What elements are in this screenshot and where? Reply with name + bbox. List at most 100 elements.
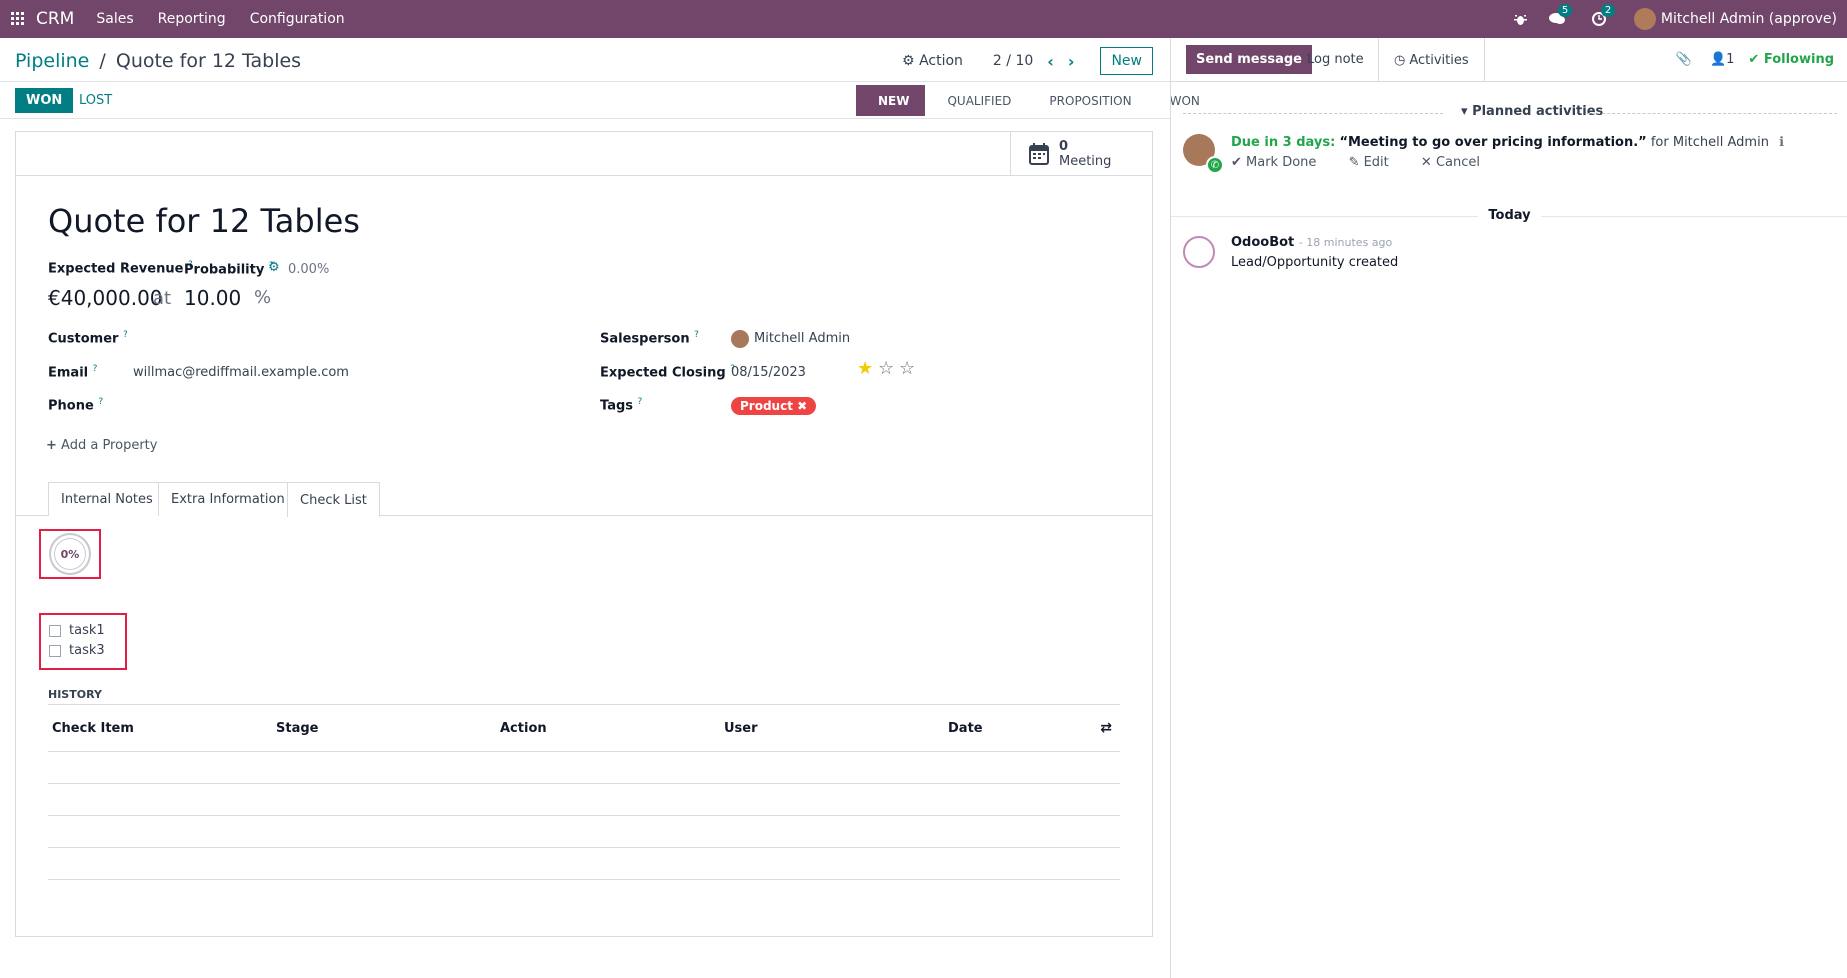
following-button[interactable]: ✔ Following: [1748, 52, 1834, 67]
notebook-tabs: Internal Notes Extra Information Check L…: [16, 482, 1152, 517]
new-button[interactable]: New: [1100, 47, 1153, 75]
meeting-smart-button[interactable]: 0 Meeting: [1010, 132, 1152, 176]
clock-icon: ◷: [1394, 52, 1406, 68]
activities-label: Activities: [1409, 52, 1469, 68]
action-button[interactable]: ⚙ Action: [902, 53, 963, 69]
activity-assignee: for Mitchell Admin: [1650, 135, 1769, 150]
lost-button[interactable]: LOST: [79, 88, 112, 113]
progress-circle: 0%: [49, 533, 91, 575]
activities-button[interactable]: ◷ Activities: [1378, 38, 1485, 82]
column-stage[interactable]: Stage: [272, 721, 496, 736]
checklist-item[interactable]: task1: [49, 623, 117, 638]
column-date[interactable]: Date: [944, 721, 1094, 736]
column-user[interactable]: User: [720, 721, 944, 736]
chatter: Send message Log note ◷ Activities 📎 👤1 …: [1170, 38, 1847, 978]
column-check-item[interactable]: Check Item: [48, 721, 272, 736]
tag-remove-icon[interactable]: ✖: [797, 399, 807, 413]
app-name[interactable]: CRM: [36, 9, 74, 29]
checklist-progress: 0%: [39, 529, 101, 579]
button-box: 0 Meeting: [16, 132, 1152, 176]
stage-new[interactable]: NEW: [856, 85, 926, 116]
activity-title: “Meeting to go over pricing information.…: [1339, 135, 1647, 150]
stage-proposition[interactable]: PROPOSITION: [1027, 85, 1148, 116]
stage-pipeline: NEW QUALIFIED PROPOSITION WON: [856, 85, 1216, 116]
expected-revenue-field[interactable]: €40,000.00: [48, 286, 163, 310]
debug-bug-icon[interactable]: [1513, 13, 1527, 26]
checkbox[interactable]: [49, 644, 61, 657]
add-property-button[interactable]: + Add a Property: [46, 438, 157, 453]
optional-columns-icon[interactable]: ⇄: [1100, 720, 1112, 736]
auto-probability-gear-icon[interactable]: ⚙: [268, 260, 280, 275]
menu-reporting[interactable]: Reporting: [158, 11, 226, 27]
email-field[interactable]: willmac@rediffmail.example.com: [133, 365, 349, 380]
log-note-button[interactable]: Log note: [1307, 52, 1364, 67]
meeting-count: 0: [1059, 139, 1069, 154]
activities-count-badge: 2: [1600, 4, 1616, 17]
breadcrumb: Pipeline / Quote for 12 Tables: [15, 50, 301, 72]
table-header: Check Item Stage Action User Date ⇄: [48, 704, 1120, 752]
pager-prev-icon[interactable]: ‹: [1047, 52, 1054, 71]
activity-summary: Due in 3 days: “Meeting to go over prici…: [1231, 135, 1784, 150]
table-row: [48, 816, 1120, 848]
apps-menu-icon[interactable]: [0, 0, 36, 38]
message-time: - 18 minutes ago: [1298, 236, 1393, 249]
activity-due: Due in 3 days:: [1231, 135, 1336, 150]
progress-value: 0%: [60, 547, 80, 561]
checklist-item-label: task3: [69, 643, 105, 658]
breadcrumb-current: Quote for 12 Tables: [115, 50, 302, 72]
tab-check-list[interactable]: Check List: [287, 482, 380, 517]
user-avatar: [1633, 8, 1656, 30]
expected-revenue-label: Expected Revenue ?: [48, 260, 193, 277]
menu-sales[interactable]: Sales: [96, 11, 133, 27]
salesperson-label: Salesperson ?: [600, 330, 699, 347]
checkbox[interactable]: [49, 624, 61, 637]
won-button[interactable]: WON: [15, 88, 74, 113]
activities-clock-icon[interactable]: 2: [1591, 4, 1616, 26]
send-message-button[interactable]: Send message: [1186, 45, 1312, 74]
at-label: at: [153, 288, 172, 309]
message-author: OdooBot - 18 minutes ago: [1231, 235, 1393, 250]
record-title[interactable]: Quote for 12 Tables: [48, 202, 360, 240]
priority-star-3-icon[interactable]: ☆: [899, 358, 915, 379]
cancel-button[interactable]: ✕ Cancel: [1421, 155, 1494, 170]
paperclip-icon[interactable]: 📎: [1676, 52, 1692, 67]
salesperson-field[interactable]: Mitchell Admin: [754, 331, 850, 346]
customer-label: Customer ?: [48, 330, 128, 347]
tag-product[interactable]: Product ✖: [731, 397, 817, 415]
info-icon[interactable]: ℹ: [1779, 135, 1784, 150]
probability-field[interactable]: 10.00: [184, 286, 241, 310]
salesperson-avatar: [731, 330, 749, 348]
checklist-item[interactable]: task3: [49, 643, 117, 658]
messages-count-badge: 5: [1557, 4, 1573, 17]
menu-configuration[interactable]: Configuration: [250, 11, 345, 27]
email-label: Email ?: [48, 364, 98, 381]
followers-button[interactable]: 👤1: [1710, 52, 1734, 67]
tab-extra-information[interactable]: Extra Information: [158, 482, 298, 516]
breadcrumb-separator: /: [99, 50, 106, 72]
tags-label: Tags ?: [600, 397, 643, 414]
date-separator: Today: [1171, 208, 1847, 223]
priority-star-1-icon[interactable]: ★: [857, 358, 873, 379]
control-panel: Pipeline / Quote for 12 Tables ⚙ Action …: [0, 38, 1170, 82]
planned-activities-toggle[interactable]: ▾ Planned activities: [1461, 104, 1603, 119]
user-name: Mitchell Admin (approve): [1660, 11, 1837, 27]
probability-label: Probability ?: [184, 261, 274, 278]
tab-internal-notes[interactable]: Internal Notes: [48, 482, 166, 516]
expected-closing-field[interactable]: 08/15/2023: [731, 365, 806, 380]
user-icon: 👤: [1709, 52, 1727, 67]
breadcrumb-pipeline[interactable]: Pipeline: [15, 50, 89, 72]
pager-next-icon[interactable]: ›: [1068, 52, 1075, 71]
messages-icon[interactable]: 5: [1548, 4, 1573, 26]
chatter-topbar: Send message Log note ◷ Activities 📎 👤1 …: [1171, 38, 1847, 82]
priority-star-2-icon[interactable]: ☆: [878, 358, 894, 379]
mark-done-button[interactable]: ✔ Mark Done: [1231, 155, 1330, 170]
pager-value[interactable]: 2 / 10: [993, 53, 1033, 69]
divider: [1587, 113, 1837, 114]
table-row: [48, 752, 1120, 784]
edit-button[interactable]: ✎ Edit: [1349, 155, 1403, 170]
activity-actions: ✔ Mark Done ✎ Edit ✕ Cancel: [1231, 155, 1508, 170]
stage-qualified[interactable]: QUALIFIED: [925, 85, 1028, 116]
column-action[interactable]: Action: [496, 721, 720, 736]
followers-count: 1: [1726, 52, 1735, 67]
user-menu[interactable]: Mitchell Admin (approve): [1633, 8, 1837, 30]
